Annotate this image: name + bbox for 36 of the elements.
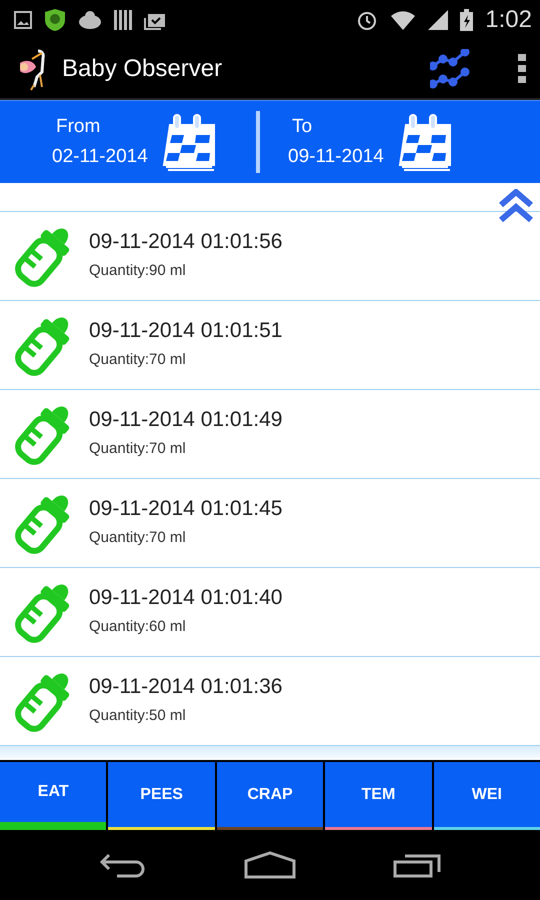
tab[interactable]: PEES — [108, 762, 215, 830]
back-icon[interactable] — [98, 852, 147, 878]
entry-quantity: Quantity:70 ml — [89, 439, 187, 459]
entry-timestamp: 09-11-2014 01:01:45 — [89, 496, 282, 522]
battery-icon — [460, 9, 474, 31]
date-value: 02-11-2014 — [52, 145, 148, 169]
app-title: Baby Observer — [62, 55, 224, 83]
entry-quantity: Quantity:50 ml — [89, 706, 187, 726]
shield-icon — [44, 8, 66, 32]
signal-icon — [428, 10, 448, 30]
blob-icon — [78, 10, 102, 30]
scroll-to-top-icon[interactable] — [498, 189, 534, 223]
entry-timestamp: 09-11-2014 01:01:51 — [89, 318, 282, 344]
status-time: 1:02 — [485, 6, 532, 34]
entry-quantity: Quantity:70 ml — [89, 350, 187, 370]
date-label: From — [55, 115, 102, 139]
barcode-icon — [114, 10, 132, 30]
recents-icon[interactable] — [393, 852, 442, 878]
overflow-menu-icon[interactable] — [518, 54, 528, 84]
entry-quantity: Quantity:70 ml — [89, 528, 187, 548]
entry-timestamp: 09-11-2014 01:01:40 — [89, 585, 282, 611]
tab[interactable]: CRAP — [216, 762, 324, 830]
entry-quantity: Quantity:90 ml — [89, 261, 187, 281]
image-icon — [14, 11, 32, 29]
tab[interactable]: EAT — [0, 762, 106, 830]
alarm-icon — [356, 9, 378, 31]
tab[interactable]: WEI — [434, 762, 540, 830]
entry-quantity: Quantity:60 ml — [89, 617, 187, 637]
date-value: 09-11-2014 — [288, 145, 384, 169]
wifi-icon — [390, 10, 416, 30]
entry-timestamp: 09-11-2014 01:01:49 — [89, 407, 282, 433]
date-label: To — [291, 115, 314, 139]
entry-timestamp: 09-11-2014 01:01:36 — [89, 674, 282, 700]
home-icon[interactable] — [244, 851, 296, 879]
tab[interactable]: TEM — [325, 762, 432, 830]
entry-timestamp: 09-11-2014 01:01:56 — [89, 229, 282, 255]
